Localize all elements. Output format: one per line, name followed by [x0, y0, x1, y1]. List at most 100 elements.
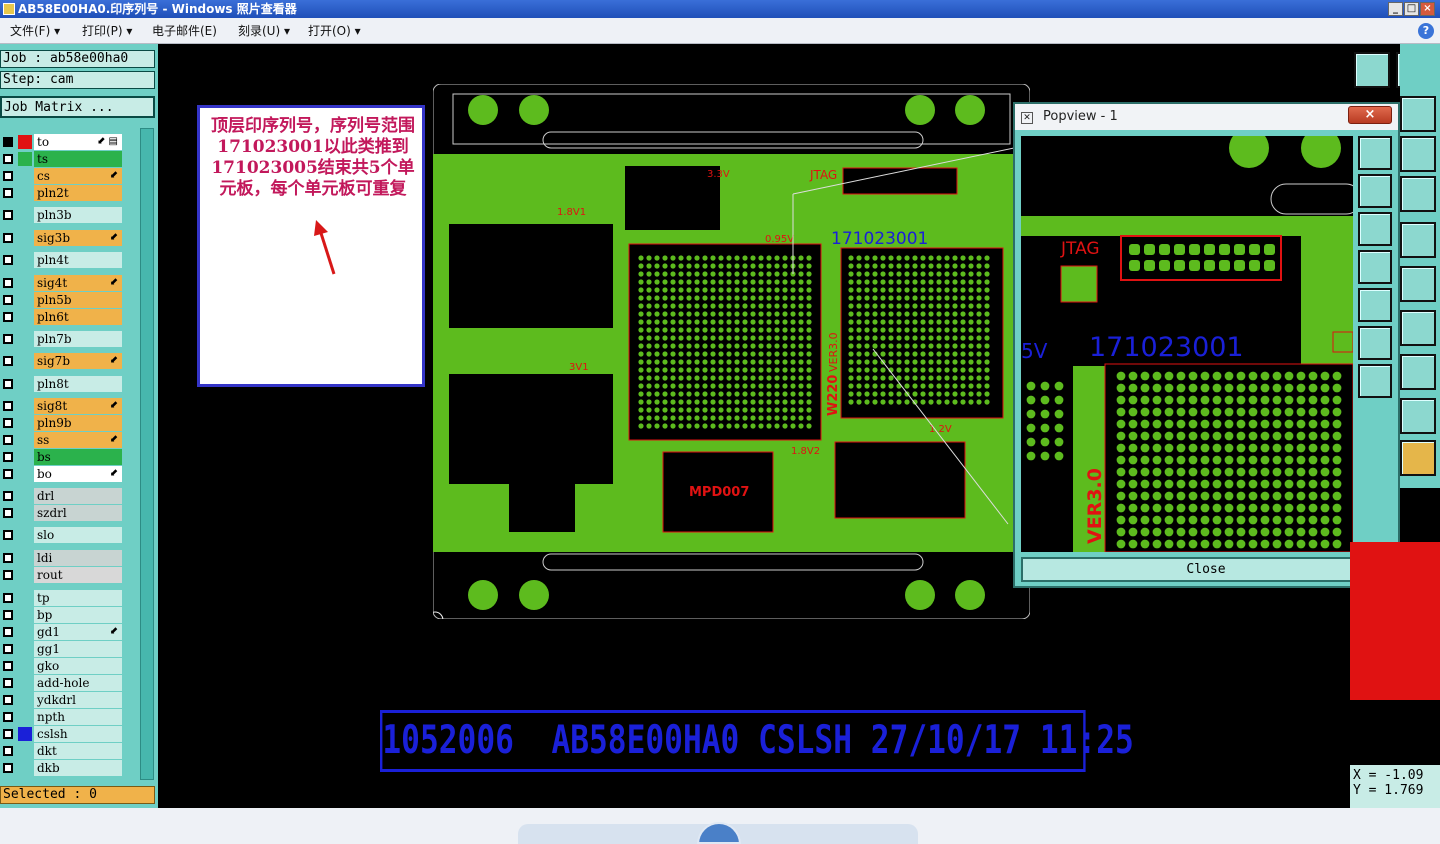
menu-burn[interactable]: 刻录(U) ▾ [238, 18, 290, 44]
layer-row[interactable]: sig4t ⬋ [0, 275, 126, 291]
layer-checkbox[interactable] [3, 508, 13, 518]
maximize-button[interactable]: □ [1404, 2, 1419, 16]
layer-checkbox[interactable] [3, 401, 13, 411]
layer-row[interactable]: bs [0, 449, 126, 465]
layer-row[interactable]: cs ⬋ [0, 168, 126, 184]
layer-checkbox[interactable] [3, 295, 13, 305]
layer-checkbox[interactable] [3, 171, 13, 181]
layer-checkbox[interactable] [3, 334, 13, 344]
layer-checkbox[interactable] [3, 712, 13, 722]
help-icon[interactable]: ? [1418, 23, 1434, 39]
layer-row[interactable]: ydkdrl [0, 692, 126, 708]
popview-tool-zoom-in-icon[interactable] [1358, 136, 1392, 170]
menu-open[interactable]: 打开(O) ▾ [308, 18, 361, 44]
layer-row[interactable]: pln4t [0, 252, 126, 268]
layer-row[interactable]: bo ⬋ [0, 466, 126, 482]
layer-checkbox[interactable] [3, 530, 13, 540]
layer-checkbox[interactable] [3, 644, 13, 654]
layer-row[interactable]: gd1 ⬋ [0, 624, 126, 640]
layer-checkbox[interactable] [3, 255, 13, 265]
layer-checkbox[interactable] [3, 452, 13, 462]
layer-checkbox[interactable] [3, 312, 13, 322]
menu-print[interactable]: 打印(P) ▾ [82, 18, 132, 44]
tool-upload-icon[interactable] [1354, 52, 1390, 88]
layer-checkbox[interactable] [3, 379, 13, 389]
tool-pan-icon[interactable] [1400, 136, 1436, 172]
pcb-board-view[interactable]: MPD007 JTAG 171023001 W220 VER3.0 3.3V 1… [433, 84, 1030, 619]
layer-row[interactable]: npth [0, 709, 126, 725]
popview-tool-up-icon[interactable] [1358, 174, 1392, 208]
layer-checkbox[interactable] [3, 435, 13, 445]
layer-row[interactable]: dkt [0, 743, 126, 759]
layer-row[interactable]: drl [0, 488, 126, 504]
layer-checkbox[interactable] [3, 610, 13, 620]
layer-scrollbar[interactable] [140, 128, 154, 780]
minimize-button[interactable]: _ [1388, 2, 1403, 16]
layer-checkbox[interactable] [3, 661, 13, 671]
tool-grid-icon[interactable] [1400, 176, 1436, 212]
layer-checkbox[interactable] [3, 137, 13, 147]
popview-tool-fit-icon[interactable] [1358, 326, 1392, 360]
layer-checkbox[interactable] [3, 570, 13, 580]
layer-row[interactable]: ldi [0, 550, 126, 566]
layer-row[interactable]: to ⬋ ▤ [0, 134, 126, 150]
layer-row[interactable]: pln7b [0, 331, 126, 347]
tool-select-icon[interactable] [1400, 440, 1436, 476]
layer-row[interactable]: szdrl [0, 505, 126, 521]
tool-step-in-icon[interactable] [1400, 96, 1436, 132]
tool-draw-line-icon[interactable] [1400, 222, 1436, 258]
popview-tool-down-icon[interactable] [1358, 212, 1392, 246]
job-matrix-button[interactable]: Job Matrix ... [0, 96, 155, 118]
layer-checkbox[interactable] [3, 356, 13, 366]
layer-row[interactable]: gg1 [0, 641, 126, 657]
layer-checkbox[interactable] [3, 491, 13, 501]
layer-checkbox[interactable] [3, 418, 13, 428]
layer-row[interactable]: cslsh [0, 726, 126, 742]
layer-checkbox[interactable] [3, 729, 13, 739]
layer-checkbox[interactable] [3, 695, 13, 705]
layer-row[interactable]: gko [0, 658, 126, 674]
layer-row[interactable]: dkb [0, 760, 126, 776]
layer-checkbox[interactable] [3, 210, 13, 220]
layer-checkbox[interactable] [3, 678, 13, 688]
layer-row[interactable]: sig8t ⬋ [0, 398, 126, 414]
layer-row[interactable]: tp [0, 590, 126, 606]
popview-tool-left-icon[interactable] [1358, 250, 1392, 284]
layer-checkbox[interactable] [3, 763, 13, 773]
layer-row[interactable]: pln9b [0, 415, 126, 431]
layer-row[interactable]: slo [0, 527, 126, 543]
layer-checkbox[interactable] [3, 188, 13, 198]
layer-checkbox[interactable] [3, 746, 13, 756]
popview-tool-home-icon[interactable] [1358, 364, 1392, 398]
layer-row[interactable]: rout [0, 567, 126, 583]
layer-row[interactable]: pln2t [0, 185, 126, 201]
layer-row[interactable]: pln5b [0, 292, 126, 308]
layer-checkbox[interactable] [3, 233, 13, 243]
layer-row[interactable]: sig3b ⬋ [0, 230, 126, 246]
layer-row[interactable]: ss ⬋ [0, 432, 126, 448]
layer-row[interactable]: bp [0, 607, 126, 623]
popview-canvas[interactable]: JTAG 171023001 5V VER3.0 [1021, 136, 1353, 552]
layer-checkbox[interactable] [3, 154, 13, 164]
tool-diagonal-icon[interactable] [1400, 310, 1436, 346]
layer-row[interactable]: sig7b ⬋ [0, 353, 126, 369]
layer-checkbox[interactable] [3, 553, 13, 563]
layer-checkbox[interactable] [3, 278, 13, 288]
menu-file[interactable]: 文件(F) ▾ [10, 18, 60, 44]
menu-email[interactable]: 电子邮件(E) [152, 18, 217, 44]
layer-checkbox[interactable] [3, 469, 13, 479]
popview-close-button[interactable]: Close [1021, 557, 1391, 582]
tool-horizontal-icon[interactable] [1400, 354, 1436, 390]
close-window-button[interactable]: × [1420, 2, 1435, 16]
tool-shape-icon[interactable] [1400, 398, 1436, 434]
layer-row[interactable]: add-hole [0, 675, 126, 691]
layer-row[interactable]: ts [0, 151, 126, 167]
layer-checkbox[interactable] [3, 627, 13, 637]
layer-row[interactable]: pln8t [0, 376, 126, 392]
tool-cross-icon[interactable] [1400, 266, 1436, 302]
layer-checkbox[interactable] [3, 593, 13, 603]
layer-row[interactable]: pln3b [0, 207, 126, 223]
popview-close-x-button[interactable]: × [1348, 106, 1392, 124]
popview-tool-right-icon[interactable] [1358, 288, 1392, 322]
layer-row[interactable]: pln6t [0, 309, 126, 325]
